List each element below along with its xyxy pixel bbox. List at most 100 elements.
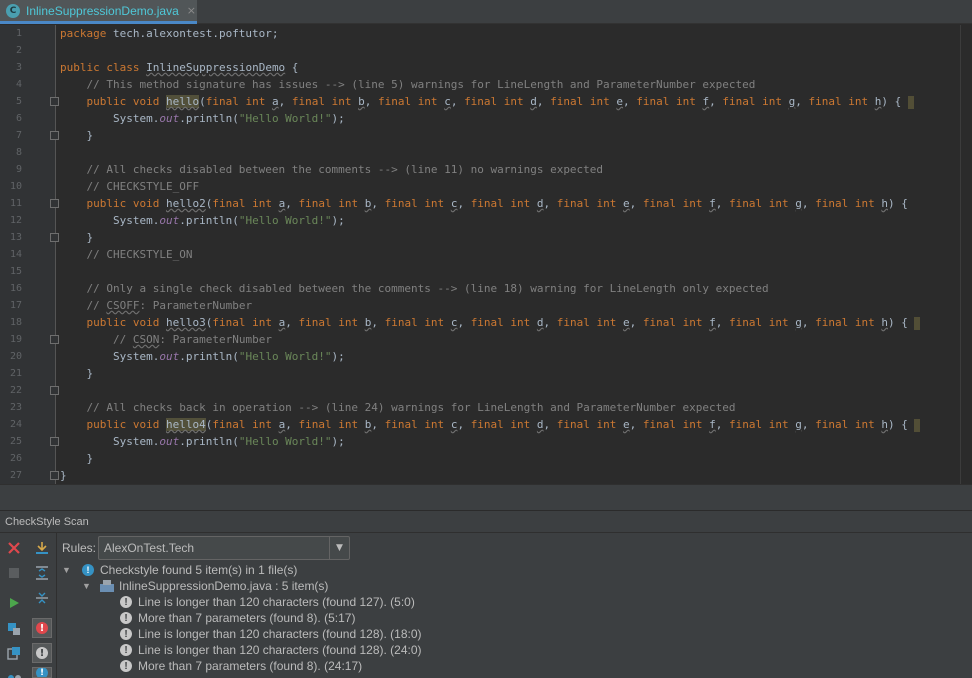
line-number: 15 [9, 266, 22, 277]
panel-splitter[interactable] [0, 484, 972, 510]
line-number: 16 [9, 283, 22, 294]
right-margin-guide [960, 25, 961, 484]
code-line: public void hello(final int a, final int… [60, 93, 914, 110]
line-number: 4 [15, 79, 22, 90]
result-text: Line is longer than 120 characters (foun… [138, 643, 422, 657]
fold-marker[interactable] [50, 97, 59, 106]
list-item[interactable]: ! Line is longer than 120 characters (fo… [120, 594, 415, 610]
close-scan-button[interactable] [4, 538, 24, 558]
warning-icon: ! [36, 647, 48, 659]
line-number-gutter: 1 2 3 4 5 6 7 8 9 10 11 12 13 14 15 16 1… [0, 25, 59, 484]
code-line: System.out.println("Hello World!"); [60, 214, 345, 227]
changed-files-icon [8, 675, 21, 678]
fold-marker[interactable] [50, 199, 59, 208]
file-node[interactable]: ▼ InlineSuppressionDemo.java : 5 item(s) [82, 578, 328, 594]
scan-changed-button[interactable] [4, 667, 24, 678]
collapse-toggle-icon[interactable]: ▼ [82, 581, 94, 591]
line-number: 11 [9, 198, 22, 209]
show-errors-toggle[interactable]: ! [32, 618, 52, 638]
fold-marker[interactable] [50, 386, 59, 395]
show-warnings-toggle[interactable]: ! [32, 643, 52, 663]
warning-icon: ! [120, 596, 132, 608]
file-node-label: InlineSuppressionDemo.java : 5 item(s) [119, 579, 329, 593]
close-icon [8, 542, 20, 554]
line-number: 27 [9, 470, 22, 481]
tab-label: InlineSuppressionDemo.java [26, 3, 179, 18]
expand-all-icon [36, 566, 48, 580]
list-item[interactable]: ! More than 7 parameters (found 8). (24:… [120, 658, 362, 674]
line-number: 13 [9, 232, 22, 243]
line-number: 9 [15, 164, 22, 175]
run-scan-button[interactable] [4, 593, 24, 613]
line-number: 8 [15, 147, 22, 158]
code-line: } [60, 469, 67, 482]
code-line: package tech.alexontest.poftutor; [60, 27, 279, 40]
checkstyle-panel: ! ! ! Rules: AlexOnTest.Tech ▼ ▼ ! Check… [0, 533, 972, 678]
line-number: 20 [9, 351, 22, 362]
tab-inline-suppression-demo[interactable]: C InlineSuppressionDemo.java × [0, 0, 197, 24]
expand-all-button[interactable] [32, 563, 52, 583]
rules-selected-value: AlexOnTest.Tech [104, 541, 195, 555]
list-item[interactable]: ! Line is longer than 120 characters (fo… [120, 642, 422, 658]
code-line: public class InlineSuppressionDemo { [60, 61, 299, 74]
fold-marker[interactable] [50, 335, 59, 344]
code-editor[interactable]: 1 2 3 4 5 6 7 8 9 10 11 12 13 14 15 16 1… [0, 25, 972, 484]
warning-icon: ! [120, 628, 132, 640]
list-item[interactable]: ! Line is longer than 120 characters (fo… [120, 626, 422, 642]
line-number: 10 [9, 181, 22, 192]
show-info-toggle[interactable]: ! [32, 667, 52, 678]
tab-close-icon[interactable]: × [187, 4, 196, 17]
result-text: More than 7 parameters (found 8). (24:17… [138, 659, 363, 673]
code-line: // All checks disabled between the comme… [60, 163, 604, 176]
line-number: 14 [9, 249, 22, 260]
code-line: } [60, 129, 94, 142]
warning-icon: ! [120, 644, 132, 656]
summary-text: Checkstyle found 5 item(s) in 1 file(s) [100, 563, 298, 577]
code-line: // CSON: ParameterNumber [60, 333, 272, 346]
info-icon: ! [36, 668, 48, 677]
download-icon [36, 542, 48, 554]
code-line: // Only a single check disabled between … [60, 282, 769, 295]
project-icon [7, 647, 20, 660]
line-number: 12 [9, 215, 22, 226]
export-button[interactable] [32, 538, 52, 558]
line-number: 24 [9, 419, 22, 430]
fold-marker[interactable] [50, 437, 59, 446]
line-number: 3 [15, 62, 22, 73]
code-line: System.out.println("Hello World!"); [60, 112, 345, 125]
fold-marker[interactable] [50, 131, 59, 140]
code-line: System.out.println("Hello World!"); [60, 435, 345, 448]
collapse-toggle-icon[interactable]: ▼ [62, 565, 74, 575]
code-area[interactable]: package tech.alexontest.poftutor; public… [60, 25, 972, 484]
fold-marker[interactable] [50, 471, 59, 480]
stop-icon [9, 568, 19, 578]
result-text: Line is longer than 120 characters (foun… [138, 627, 422, 641]
results-summary-node[interactable]: ▼ ! Checkstyle found 5 item(s) in 1 file… [62, 562, 297, 578]
line-number: 6 [15, 113, 22, 124]
line-number: 21 [9, 368, 22, 379]
code-line: // This method signature has issues --> … [60, 78, 756, 91]
fold-marker[interactable] [50, 233, 59, 242]
stop-button[interactable] [4, 563, 24, 583]
list-item[interactable]: ! More than 7 parameters (found 8). (5:1… [120, 610, 355, 626]
line-number: 23 [9, 402, 22, 413]
code-line: } [60, 367, 94, 380]
code-line: // CHECKSTYLE_ON [60, 248, 193, 261]
scan-project-button[interactable] [4, 643, 24, 663]
warning-icon: ! [120, 612, 132, 624]
error-icon: ! [36, 622, 48, 634]
code-line: // CHECKSTYLE_OFF [60, 180, 200, 193]
code-line: System.out.println("Hello World!"); [60, 350, 345, 363]
rules-dropdown[interactable]: AlexOnTest.Tech ▼ [98, 536, 350, 560]
checkstyle-panel-header: CheckStyle Scan [0, 510, 972, 533]
result-text: Line is longer than 120 characters (foun… [138, 595, 415, 609]
java-file-icon [100, 580, 114, 592]
line-number: 1 [15, 28, 22, 39]
scan-module-button[interactable] [4, 619, 24, 639]
checkstyle-toolbar: ! ! ! [0, 533, 57, 678]
code-line: public void hello4(final int a, final in… [60, 416, 921, 433]
panel-title: CheckStyle Scan [5, 516, 89, 528]
collapse-all-button[interactable] [32, 588, 52, 608]
line-number: 7 [15, 130, 22, 141]
line-number: 22 [9, 385, 22, 396]
